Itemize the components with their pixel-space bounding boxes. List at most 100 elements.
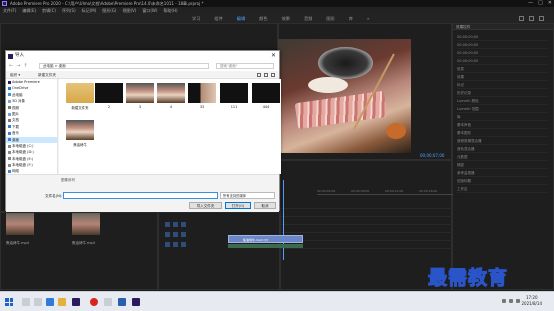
up-arrow-icon[interactable]: ↑ (23, 62, 27, 70)
edge-icon[interactable] (46, 298, 54, 306)
video-track[interactable] (281, 201, 453, 209)
share-icon[interactable] (539, 16, 544, 21)
preview-pane-icon[interactable] (264, 73, 268, 77)
project-clip-thumbnail[interactable] (6, 213, 34, 235)
task-view-icon[interactable] (34, 298, 42, 306)
timeline-playhead[interactable] (283, 180, 284, 260)
track-toggle-button[interactable] (181, 222, 186, 227)
workspace-tab-learn[interactable]: 学习 (192, 14, 200, 23)
file-item[interactable]: 111 (220, 83, 248, 117)
effect-controls-row[interactable]: 信息 (457, 65, 549, 73)
audio-track[interactable] (281, 233, 453, 241)
effect-controls-row[interactable]: 历史记录 (457, 89, 549, 97)
volume-icon[interactable] (509, 299, 513, 303)
effect-controls-row[interactable]: 基本图形 (457, 129, 549, 137)
menu-view[interactable]: 视图(V) (122, 7, 136, 14)
track-toggle-button[interactable] (181, 242, 186, 247)
maximize-button[interactable]: □ (538, 0, 543, 7)
workspace-overflow[interactable]: » (367, 14, 370, 23)
workspace-tab-graphics[interactable]: 图形 (326, 14, 334, 23)
effect-controls-row[interactable]: Lumetri 颜色 (457, 97, 549, 105)
effect-controls-row[interactable]: 音频剪辑混合器 (457, 137, 549, 145)
timeline-video-clip[interactable]: 焦油烤牛.mp4 [V] (228, 235, 303, 243)
effect-controls-row[interactable]: Lumetri 范围 (457, 105, 549, 113)
dialog-close-button[interactable]: ✕ (271, 51, 276, 61)
track-toggle-button[interactable] (173, 242, 178, 247)
effect-controls-row[interactable]: 库 (457, 113, 549, 121)
effect-controls-row[interactable]: 基本声音 (457, 121, 549, 129)
start-menu-icon[interactable] (5, 298, 13, 306)
timeline-audio-clip[interactable] (228, 244, 303, 248)
video-track[interactable] (281, 209, 453, 217)
file-item[interactable]: 444 (252, 83, 280, 117)
track-toggle-button[interactable] (181, 232, 186, 237)
effect-controls-row[interactable]: 捕捉 (457, 161, 549, 169)
program-timecode[interactable]: 00;00;07;00 (420, 153, 444, 158)
file-item[interactable]: 焦油烤牛 (66, 120, 94, 154)
menu-window[interactable]: 窗口(W) (142, 7, 157, 14)
file-item[interactable]: 4 (157, 83, 185, 117)
minimize-button[interactable]: — (528, 0, 533, 7)
app-taskbar-icon[interactable] (104, 298, 112, 306)
image-sequence-checkbox[interactable]: 图像序列 (61, 178, 75, 183)
effect-controls-row[interactable]: 00;00;00;00 (457, 57, 549, 65)
view-mode-icon[interactable] (257, 73, 261, 77)
menu-edit[interactable]: 编辑(E) (22, 7, 36, 14)
track-toggle-button[interactable] (165, 242, 170, 247)
workspace-tab-assembly[interactable]: 组件 (214, 14, 222, 23)
word-taskbar-icon[interactable] (118, 298, 126, 306)
forward-arrow-icon[interactable]: → (16, 62, 20, 70)
file-item[interactable]: 3 (126, 83, 154, 117)
menu-clip[interactable]: 剪辑(C) (42, 7, 56, 14)
input-method-icon[interactable] (516, 299, 520, 303)
effect-controls-row[interactable]: 工作区 (457, 185, 549, 193)
help-icon[interactable] (271, 73, 275, 77)
file-explorer-icon[interactable] (58, 298, 66, 306)
taskbar-clock[interactable]: 17:20 2021/8/14 (521, 295, 542, 307)
audio-track[interactable] (281, 225, 453, 233)
track-toggle-button[interactable] (173, 222, 178, 227)
effect-controls-row[interactable]: 元数据 (457, 153, 549, 161)
import-folder-button[interactable]: 导入文件夹 (189, 202, 222, 209)
file-item[interactable]: 33 (188, 83, 216, 117)
audio-track[interactable] (281, 241, 453, 249)
menu-file[interactable]: 文件(F) (3, 7, 16, 14)
program-monitor-preview[interactable] (278, 39, 411, 153)
workspace-tab-effects[interactable]: 效果 (282, 14, 290, 23)
workspace-tab-editing[interactable]: 编辑 (237, 14, 245, 23)
effect-controls-row[interactable]: 效果 (457, 73, 549, 81)
workspace-tab-audio[interactable]: 音频 (304, 14, 312, 23)
effect-controls-row[interactable]: 音轨混合器 (457, 145, 549, 153)
filename-input[interactable] (63, 192, 218, 199)
workspace-tab-color[interactable]: 颜色 (259, 14, 267, 23)
menu-markers[interactable]: 标记(M) (82, 7, 97, 14)
track-toggle-button[interactable] (165, 232, 170, 237)
network-icon[interactable] (502, 299, 506, 303)
track-toggle-button[interactable] (173, 232, 178, 237)
cancel-button[interactable]: 取消 (254, 202, 276, 209)
effect-controls-row[interactable]: 00;00;00;00 (457, 41, 549, 49)
search-input[interactable]: 搜索"桌面" (216, 63, 274, 69)
project-clip-thumbnail[interactable] (72, 213, 100, 235)
open-button[interactable]: 打开(O) (225, 202, 251, 209)
menu-sequence[interactable]: 序列(S) (62, 7, 76, 14)
effect-controls-row[interactable]: 旧版标题 (457, 177, 549, 185)
effect-controls-row[interactable]: 参考监视器 (457, 169, 549, 177)
search-icon[interactable] (529, 16, 534, 21)
address-bar[interactable]: 此电脑 > 桌面 (39, 63, 209, 69)
premiere-taskbar-icon[interactable] (72, 298, 80, 306)
organize-button[interactable]: 组织 ▾ (10, 71, 20, 79)
close-window-button[interactable]: ✕ (548, 0, 552, 7)
video-track[interactable] (281, 217, 453, 225)
app-taskbar-icon[interactable] (132, 298, 140, 306)
workspace-tab-libraries[interactable]: 库 (349, 14, 353, 23)
effect-controls-row[interactable]: 00;00;00;00 (457, 49, 549, 57)
home-icon[interactable] (519, 16, 524, 21)
menu-graphics[interactable]: 图形(G) (102, 7, 116, 14)
search-icon[interactable] (22, 298, 30, 306)
app-taskbar-icon[interactable] (90, 298, 98, 306)
file-type-select[interactable]: 所有支持的媒体 (220, 192, 275, 199)
effect-controls-row[interactable]: 00;00;00;00 (457, 33, 549, 41)
file-item[interactable]: 新建文件夹 (66, 83, 94, 117)
new-folder-button[interactable]: 新建文件夹 (38, 71, 56, 79)
